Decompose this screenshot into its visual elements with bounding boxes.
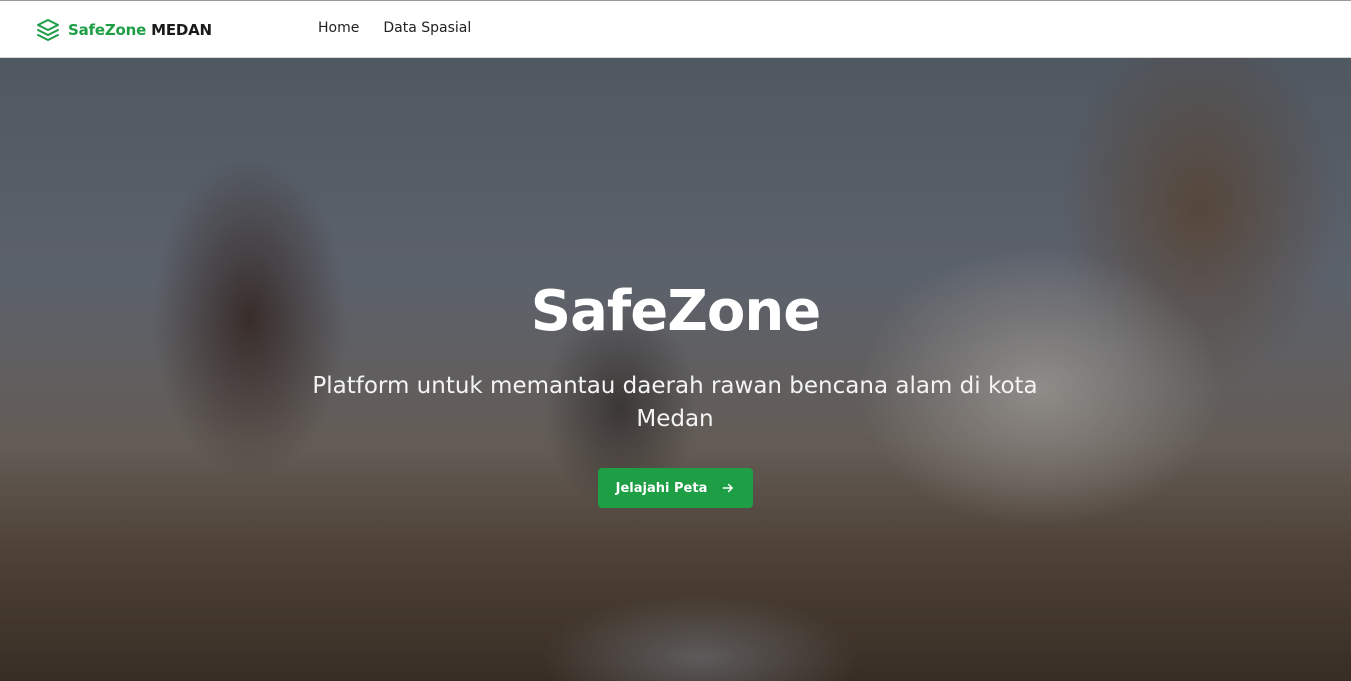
hero-subtitle: Platform untuk memantau daerah rawan ben… — [312, 373, 1038, 432]
layers-icon — [37, 19, 59, 41]
brand-name: SafeZone MEDAN — [68, 21, 212, 39]
nav-link-home[interactable]: Home — [318, 20, 359, 36]
explore-map-button-label: Jelajahi Peta — [615, 480, 708, 496]
explore-map-button[interactable]: Jelajahi Peta — [598, 468, 753, 508]
hero-section: SafeZone Platform untuk memantau daerah … — [0, 58, 1351, 681]
brand-name-secondary: MEDAN — [151, 21, 212, 39]
top-navbar: SafeZone MEDAN Home Data Spasial — [0, 0, 1351, 58]
hero-content: SafeZone Platform untuk memantau daerah … — [0, 58, 1351, 681]
brand-name-primary: SafeZone — [68, 21, 147, 39]
hero-title: SafeZone — [530, 279, 821, 344]
nav-links: Home Data Spasial — [318, 20, 471, 36]
nav-link-data-spasial[interactable]: Data Spasial — [383, 20, 471, 36]
brand-logo-link[interactable]: SafeZone MEDAN — [36, 18, 212, 42]
arrow-right-icon — [722, 483, 734, 493]
